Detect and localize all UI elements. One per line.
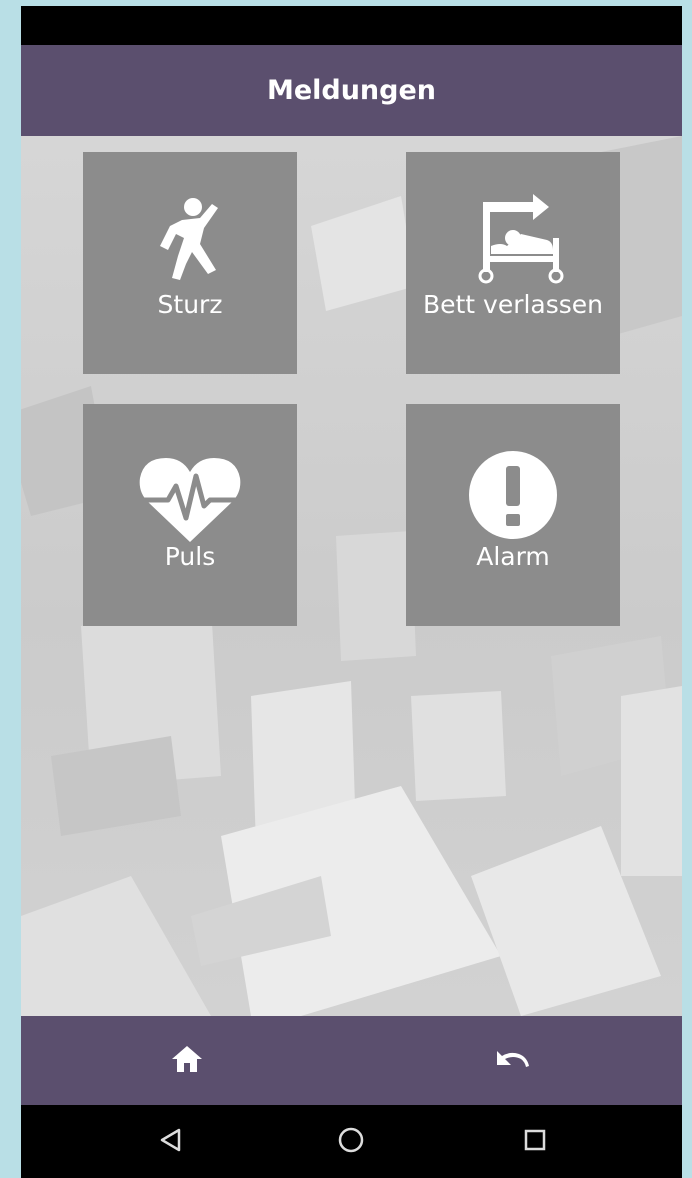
triangle-back-icon	[160, 1128, 182, 1156]
alert-icon	[406, 450, 620, 540]
home-icon	[171, 1045, 203, 1077]
tile-label-alarm: Alarm	[476, 542, 550, 571]
system-recents-button[interactable]	[505, 1119, 565, 1165]
status-bar	[21, 6, 682, 45]
page-title: Meldungen	[266, 75, 437, 106]
fall-person-icon	[83, 194, 297, 284]
tile-label-puls: Puls	[164, 542, 216, 571]
phone-screen: Meldungen Sturz Bett verlassen Puls Alar…	[21, 6, 682, 1178]
heart-pulse-icon	[83, 456, 297, 544]
sturz-tile[interactable]: Sturz	[83, 152, 297, 374]
circle-home-icon	[338, 1127, 364, 1157]
system-back-button[interactable]	[141, 1119, 201, 1165]
square-recents-icon	[524, 1129, 546, 1155]
puls-tile[interactable]: Puls	[83, 404, 297, 626]
bottom-nav-bar	[21, 1016, 682, 1105]
system-navigation-bar	[21, 1105, 682, 1178]
app-bar: Meldungen	[21, 45, 682, 136]
undo-icon	[493, 1047, 529, 1075]
back-button[interactable]	[479, 1038, 543, 1084]
home-button[interactable]	[155, 1038, 219, 1084]
bett-verlassen-tile[interactable]: Bett verlassen	[406, 152, 620, 374]
tile-label-bett-verlassen: Bett verlassen	[422, 290, 604, 319]
system-home-button[interactable]	[321, 1119, 381, 1165]
leave-bed-icon	[406, 194, 620, 286]
tile-label-sturz: Sturz	[157, 290, 223, 319]
alarm-tile[interactable]: Alarm	[406, 404, 620, 626]
